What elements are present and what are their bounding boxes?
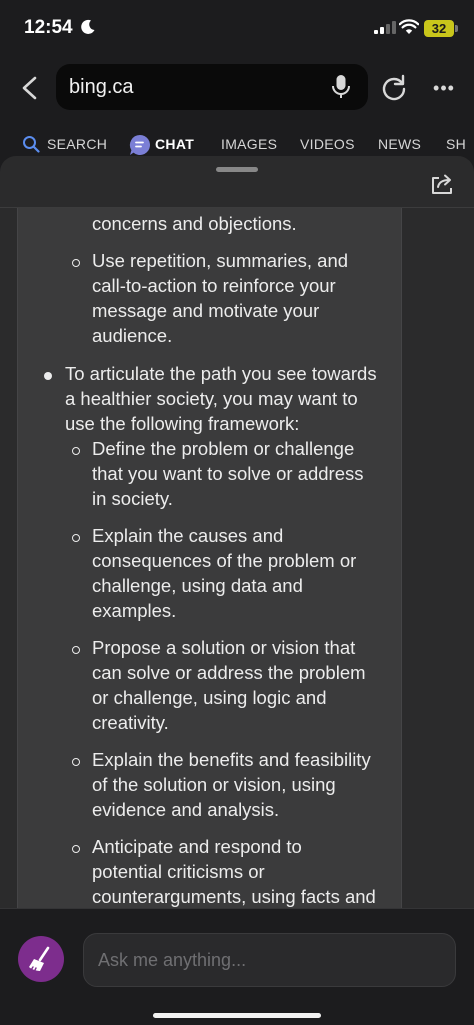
reload-icon[interactable] [378, 72, 410, 104]
response-line: concerns and objections. [92, 213, 297, 234]
response-line: Explain the benefits and feasibility [92, 749, 371, 770]
response-line: audience. [92, 325, 173, 346]
battery-icon: 32 [424, 20, 454, 37]
main-bullet [44, 372, 52, 380]
response-line: Use repetition, summaries, and [92, 250, 349, 271]
url-bar[interactable]: bing.ca [56, 64, 368, 110]
tab-search[interactable]: SEARCH [47, 136, 107, 152]
sub-bullet [72, 646, 80, 654]
status-bar: 12:54 32 [0, 0, 474, 56]
sub-bullet [72, 259, 80, 267]
more-icon[interactable]: ••• [428, 72, 460, 104]
tab-news[interactable]: NEWS [378, 136, 421, 152]
wifi-icon [399, 19, 419, 34]
response-line: that you want to solve or address [92, 463, 364, 484]
response-line: creativity. [92, 712, 169, 733]
browser-bar: bing.ca ••• [0, 56, 474, 118]
response-line: message and motivate your [92, 300, 320, 321]
response-line: To articulate the path you see towards [65, 363, 377, 384]
response-line: Anticipate and respond to [92, 836, 302, 857]
status-time: 12:54 [24, 17, 73, 38]
back-icon[interactable] [12, 70, 48, 106]
response-line: use the following framework: [65, 413, 300, 434]
response-line: potential criticisms or [92, 861, 265, 882]
signal-icon [374, 21, 396, 34]
share-icon[interactable] [430, 172, 456, 196]
response-line: in society. [92, 488, 173, 509]
response-line: or challenge, using logic and [92, 687, 327, 708]
sheet-grabber[interactable] [216, 167, 258, 172]
new-topic-button[interactable] [18, 936, 64, 982]
response-line: evidence and analysis. [92, 799, 280, 820]
response-line: can solve or address the problem [92, 662, 366, 683]
composer-bar [0, 908, 474, 1025]
response-line: of the solution or vision, using [92, 774, 336, 795]
url-text: bing.ca [69, 76, 134, 98]
mic-icon[interactable] [330, 74, 352, 100]
chat-icon [129, 134, 150, 155]
home-indicator[interactable] [153, 1013, 321, 1018]
response-line: consequences of the problem or [92, 550, 357, 571]
search-icon [23, 136, 40, 153]
tab-images[interactable]: IMAGES [221, 136, 277, 152]
response-line: a healthier society, you may want to [65, 388, 358, 409]
response-line: challenge, using data and [92, 575, 303, 596]
tab-videos[interactable]: VIDEOS [300, 136, 355, 152]
tab-shopping[interactable]: SH [446, 136, 466, 152]
chat-sheet: concerns and objections. Use repetition,… [0, 156, 474, 912]
response-line: Define the problem or challenge [92, 438, 355, 459]
sub-bullet [72, 447, 80, 455]
sub-bullet [72, 758, 80, 766]
broom-icon [29, 946, 50, 972]
chat-response-card: concerns and objections. Use repetition,… [17, 208, 402, 912]
response-line: counterarguments, using facts and [92, 886, 376, 907]
sub-bullet [72, 534, 80, 542]
sub-bullet [72, 845, 80, 853]
tab-chat[interactable]: CHAT [155, 136, 194, 152]
response-line: call-to-action to reinforce your [92, 275, 336, 296]
battery-tip [455, 25, 458, 32]
ask-input[interactable] [83, 933, 456, 987]
moon-icon [81, 19, 95, 34]
response-line: examples. [92, 600, 177, 621]
response-line: Propose a solution or vision that [92, 637, 356, 658]
response-line: Explain the causes and [92, 525, 284, 546]
